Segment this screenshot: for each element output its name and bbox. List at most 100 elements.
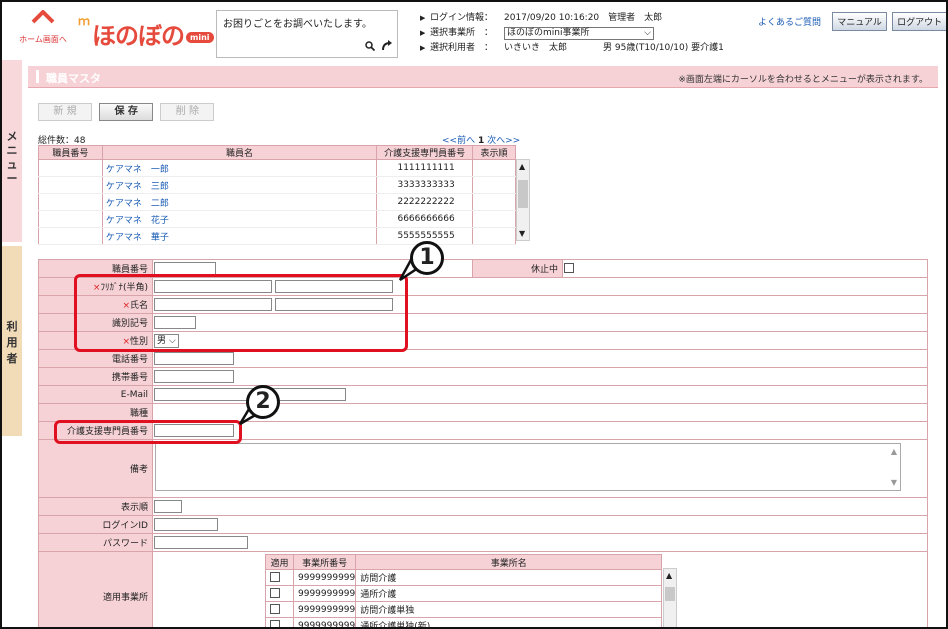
col-staff-no: 職員番号 (38, 145, 103, 160)
mobile-input[interactable] (154, 370, 234, 383)
remarks-label: 備考 (38, 439, 153, 498)
user-char: 者 (6, 352, 18, 365)
apply-checkbox[interactable] (270, 620, 280, 627)
scroll-thumb[interactable] (665, 587, 675, 601)
phone-label: 電話番号 (38, 349, 153, 368)
faq-link[interactable]: よくあるご質問 (758, 18, 821, 28)
menu-char: ュ (6, 158, 18, 171)
table-row[interactable]: 9999999999 通所介護単独(新) (265, 617, 663, 627)
col-office-name: 事業所名 (355, 554, 663, 570)
app-window: ホーム画面へ ｍ ほのぼの mini お困りごとをお調べいたします。 ▶ ログイン… (0, 0, 948, 629)
home-label: ホーム画面へ (19, 35, 67, 44)
menu-char: ー (6, 172, 18, 185)
manual-button[interactable]: マニュアル (832, 12, 887, 31)
on-leave-label: 休止中 (472, 259, 563, 278)
header: ホーム画面へ ｍ ほのぼの mini お困りごとをお調べいたします。 ▶ ログイン… (2, 2, 946, 60)
table-row[interactable]: ケアマネ 三郎 3333333333 (38, 176, 516, 194)
scroll-up-icon[interactable]: ▲ (666, 571, 672, 580)
home-icon (31, 10, 55, 32)
display-order-input[interactable] (154, 500, 182, 513)
app-logo: ｍ ほのぼの mini (74, 10, 214, 50)
user-char: 用 (6, 336, 18, 349)
side-user-tab[interactable]: 利 用 者 (2, 246, 22, 436)
staff-name-link[interactable]: ケアマネ 華子 (101, 227, 378, 245)
redo-arrow-icon[interactable] (381, 39, 393, 54)
logo-badge: mini (186, 32, 214, 43)
scroll-up-icon[interactable]: ▲ (519, 162, 525, 171)
password-input[interactable] (154, 536, 248, 549)
action-bar: 新 規 保 存 削 除 (38, 103, 218, 121)
logo-text: ほのぼの (92, 22, 185, 50)
save-button[interactable]: 保 存 (99, 103, 154, 121)
table-row[interactable]: 9999999999 訪問介護 (265, 569, 663, 586)
search-icon[interactable] (365, 41, 376, 54)
table-row[interactable]: ケアマネ 華子 5555555555 (38, 227, 516, 245)
help-search-box[interactable]: お困りごとをお調べいたします。 (216, 10, 398, 58)
home-button[interactable]: ホーム画面へ (14, 10, 72, 52)
apply-checkbox[interactable] (270, 572, 280, 583)
display-order-label: 表示順 (38, 497, 153, 516)
login-id-label: ログインID (38, 515, 153, 534)
staff-name-link[interactable]: ケアマネ 二郎 (101, 193, 378, 211)
triangle-right-icon: ▶ (420, 44, 426, 52)
col-office-no: 事業所番号 (292, 554, 357, 570)
login-info: ▶ ログイン情報： 2017/09/20 10:16:20 管理者 太郎 (420, 11, 724, 26)
help-search-input[interactable]: お困りごとをお調べいたします。 (223, 15, 372, 30)
callout-box-1 (74, 274, 408, 352)
logout-button[interactable]: ログアウト (892, 12, 946, 31)
logo-mascot-icon: ｍ (78, 14, 91, 28)
scroll-thumb[interactable] (518, 180, 528, 208)
apply-checkbox[interactable] (270, 604, 280, 615)
login-id-input[interactable] (154, 518, 218, 531)
chevron-down-icon: ⌵ (644, 28, 651, 38)
col-staff-name: 職員名 (101, 145, 378, 160)
page-note: ※画面左端にカーソルを合わせるとメニューが表示されます。 (678, 75, 928, 85)
delete-button[interactable]: 削 除 (160, 103, 215, 121)
col-apply: 適用 (265, 554, 294, 570)
email-label: E-Mail (38, 385, 153, 404)
staff-name-link[interactable]: ケアマネ 花子 (101, 210, 378, 228)
phone-input[interactable] (154, 352, 234, 365)
page-title-bar: 職員マスタ ※画面左端にカーソルを合わせるとメニューが表示されます。 (28, 66, 938, 88)
office-select[interactable]: ほのぼのmini事業所 ⌵ (504, 27, 654, 40)
page-title: 職員マスタ (46, 72, 101, 85)
scroll-down-icon: ▼ (890, 478, 897, 487)
user-char: 利 (6, 320, 18, 333)
table-row[interactable]: ケアマネ 一郎 1111111111 (38, 159, 516, 177)
menu-char: メ (6, 130, 18, 143)
triangle-right-icon: ▶ (420, 14, 426, 22)
staff-name-link[interactable]: ケアマネ 一郎 (101, 159, 378, 177)
apply-checkbox[interactable] (270, 588, 280, 599)
on-leave-checkbox[interactable] (564, 263, 574, 274)
staff-list-table: 職員番号 職員名 介護支援専門員番号 表示順 ケアマネ 一郎 1111111111… (38, 145, 516, 245)
callout-badge-1: 1 (410, 241, 444, 275)
table-row[interactable]: ケアマネ 花子 6666666666 (38, 210, 516, 228)
staff-name-link[interactable]: ケアマネ 三郎 (101, 176, 378, 194)
remarks-textarea[interactable]: ▲ ▼ (155, 443, 901, 491)
office-table: 適用 事業所番号 事業所名 9999999999 訪問介護 9999999999 通… (265, 554, 663, 627)
callout-box-2 (54, 420, 242, 444)
new-button[interactable]: 新 規 (38, 103, 92, 121)
table-row[interactable]: ケアマネ 二郎 2222222222 (38, 193, 516, 211)
title-marker (36, 70, 39, 83)
office-scrollbar[interactable]: ▲ (663, 568, 677, 627)
side-menu-tab[interactable]: メ ニ ュ ー (2, 60, 22, 242)
table-row[interactable]: 9999999999 通所介護 (265, 585, 663, 602)
offices-label: 適用事業所 (38, 551, 153, 627)
col-care-no: 介護支援専門員番号 (376, 145, 474, 160)
session-info: ▶ ログイン情報： 2017/09/20 10:16:20 管理者 太郎 ▶ 選択事業… (420, 11, 724, 56)
scroll-down-icon[interactable]: ▼ (519, 229, 525, 238)
password-label: パスワード (38, 533, 153, 552)
mobile-label: 携帯番号 (38, 367, 153, 386)
selected-office: ▶ 選択事業所 ： ほのぼのmini事業所 ⌵ (420, 26, 724, 41)
col-order: 表示順 (472, 145, 516, 160)
callout-badge-2: 2 (246, 385, 280, 419)
job-label: 職種 (38, 403, 153, 422)
office-list: 適用 事業所番号 事業所名 9999999999 訪問介護 9999999999 通… (265, 554, 927, 627)
list-scrollbar[interactable]: ▲ ▼ (516, 159, 530, 241)
menu-char: ニ (6, 144, 18, 157)
table-row[interactable]: 9999999999 訪問介護単独 (265, 601, 663, 618)
triangle-right-icon: ▶ (420, 29, 426, 37)
top-links: よくあるご質問 マニュアル ログアウト (758, 12, 946, 31)
scroll-up-icon: ▲ (890, 447, 897, 456)
